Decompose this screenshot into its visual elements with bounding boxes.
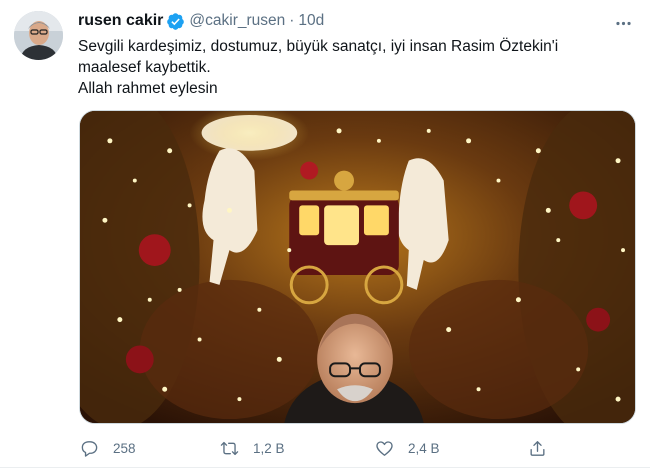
tweet-text-line: Sevgili kardeşimiz, dostumuz, büyük sana… (78, 38, 559, 55)
retweet-count: 1,2 B (253, 440, 285, 456)
retweet-icon (220, 441, 239, 455)
verified-badge-icon (166, 12, 185, 31)
tweet-header: rusen cakir @cakir_rusen · 10d (78, 10, 324, 32)
tweet-text-line: maalesef kaybettik. (78, 59, 211, 76)
avatar[interactable] (14, 11, 63, 60)
tweet-text: Sevgili kardeşimiz, dostumuz, büyük sana… (78, 36, 633, 99)
tweet-actions: 258 1,2 B 2,4 B (78, 436, 558, 460)
retweet-button[interactable]: 1,2 B (220, 436, 285, 460)
separator-dot: · (289, 12, 295, 29)
author-handle[interactable]: @cakir_rusen (189, 12, 285, 30)
more-options-button[interactable] (610, 10, 636, 36)
like-button[interactable]: 2,4 B (375, 436, 440, 460)
heart-icon (376, 440, 393, 456)
tweet-text-line: Allah rahmet eylesin (78, 80, 218, 97)
author-name[interactable]: rusen cakir (78, 12, 163, 30)
share-icon (530, 440, 545, 456)
reply-button[interactable]: 258 (80, 436, 136, 460)
tweet-timestamp[interactable]: 10d (298, 12, 324, 30)
more-horizontal-icon (615, 21, 631, 25)
christmas-photo-image (80, 111, 635, 423)
tweet-photo[interactable] (79, 110, 636, 424)
reply-icon (81, 440, 98, 457)
tweet-card[interactable]: rusen cakir @cakir_rusen · 10d Sevgili k… (0, 0, 650, 468)
share-button[interactable] (528, 436, 547, 460)
reply-count: 258 (113, 440, 136, 456)
avatar-image (14, 11, 63, 60)
like-count: 2,4 B (408, 440, 440, 456)
